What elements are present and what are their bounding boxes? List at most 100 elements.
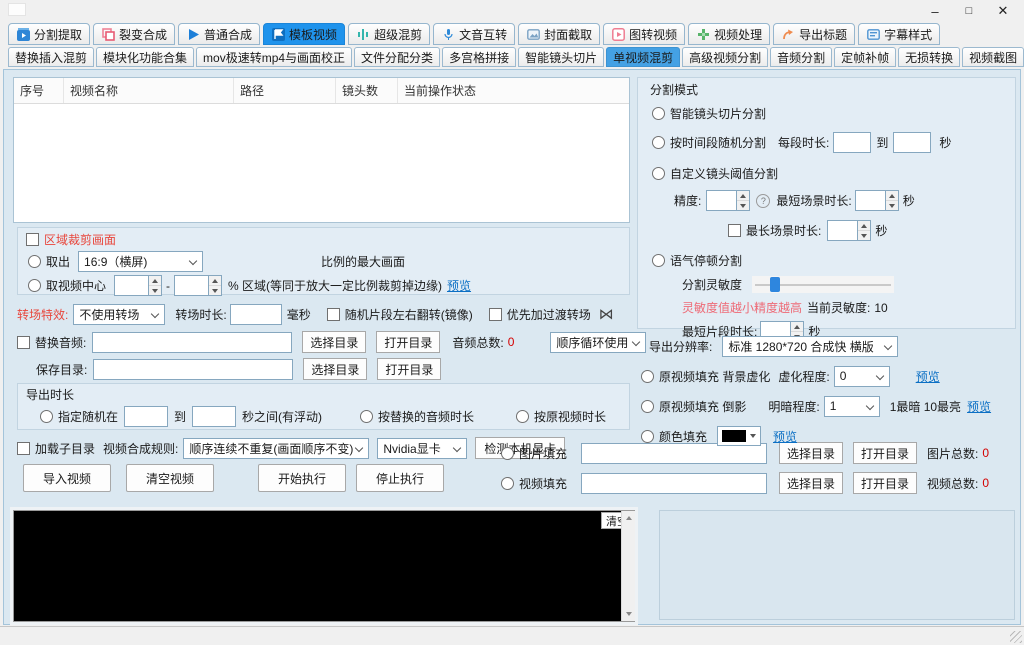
- video-select-dir-button[interactable]: 选择目录: [779, 472, 843, 494]
- blur-fill-radio[interactable]: [641, 370, 654, 383]
- spin-up[interactable]: [886, 191, 898, 201]
- load-subdir-checkbox[interactable]: [17, 442, 30, 455]
- tab-super-mix[interactable]: 超级混剪: [348, 23, 430, 45]
- subtab-frame-interp[interactable]: 定帧补帧: [834, 47, 896, 67]
- gpu-dropdown[interactable]: Nvidia显卡: [377, 438, 467, 459]
- crop-center-height-spinner[interactable]: [174, 275, 222, 296]
- clear-videos-button[interactable]: 清空视频: [126, 464, 214, 492]
- audio-select-dir-button[interactable]: 选择目录: [302, 331, 366, 353]
- spin-down[interactable]: [886, 201, 898, 210]
- tab-subtitle-style[interactable]: 字幕样式: [858, 23, 940, 45]
- spin-up[interactable]: [737, 191, 749, 201]
- sensitivity-slider[interactable]: [752, 276, 894, 293]
- image-open-dir-button[interactable]: 打开目录: [853, 442, 917, 464]
- tab-fission-compose[interactable]: 裂变合成: [93, 23, 175, 45]
- tab-cover-capture[interactable]: 封面截取: [518, 23, 600, 45]
- precision-spinner[interactable]: [706, 190, 750, 211]
- crop-takeout-radio[interactable]: [28, 255, 41, 268]
- audio-duration-radio[interactable]: [360, 410, 373, 423]
- replace-audio-checkbox[interactable]: [17, 336, 30, 349]
- crop-center-width-spinner[interactable]: [114, 275, 162, 296]
- blur-preview-link[interactable]: 预览: [916, 368, 940, 385]
- subtab-replace-insert-mix[interactable]: 替换插入混剪: [8, 47, 94, 67]
- audio-open-dir-button[interactable]: 打开目录: [376, 331, 440, 353]
- spin-down[interactable]: [858, 231, 870, 240]
- save-open-dir-button[interactable]: 打开目录: [377, 358, 441, 380]
- video-fill-path-input[interactable]: [581, 473, 767, 494]
- close-button[interactable]: ✕: [986, 0, 1020, 22]
- crop-center-radio[interactable]: [28, 279, 41, 292]
- color-preview-link[interactable]: 预览: [773, 428, 797, 445]
- crop-preview-link[interactable]: 预览: [447, 277, 471, 294]
- subtab-module-collection[interactable]: 模块化功能合集: [96, 47, 194, 67]
- start-button[interactable]: 开始执行: [258, 464, 346, 492]
- shadow-preview-link[interactable]: 预览: [967, 398, 991, 415]
- segment-to-input[interactable]: [893, 132, 931, 153]
- max-scene-checkbox[interactable]: [728, 224, 741, 237]
- resize-grip[interactable]: [1010, 631, 1022, 643]
- resolution-dropdown[interactable]: 标准 1280*720 合成快 横版: [722, 336, 898, 357]
- smart-slice-radio[interactable]: [652, 107, 665, 120]
- tab-text-audio[interactable]: 文音互转: [433, 23, 515, 45]
- shadow-fill-radio[interactable]: [641, 400, 654, 413]
- log-scrollbar[interactable]: [621, 511, 635, 621]
- subtab-lossless-convert[interactable]: 无损转换: [898, 47, 960, 67]
- log-output-box[interactable]: [13, 510, 635, 622]
- video-table[interactable]: 序号 视频名称 路径 镜头数 当前操作状态: [13, 77, 630, 223]
- spin-down[interactable]: [737, 201, 749, 210]
- tab-normal-compose[interactable]: 普通合成: [178, 23, 260, 45]
- mirror-flip-checkbox[interactable]: [327, 308, 340, 321]
- spin-up[interactable]: [791, 322, 803, 332]
- video-open-dir-button[interactable]: 打开目录: [853, 472, 917, 494]
- tab-template-video[interactable]: 模板视频: [263, 23, 345, 45]
- duration-from-input[interactable]: [124, 406, 168, 427]
- help-icon[interactable]: ?: [756, 194, 770, 208]
- subtab-audio-split[interactable]: 音频分割: [770, 47, 832, 67]
- transition-duration-input[interactable]: [230, 304, 282, 325]
- save-select-dir-button[interactable]: 选择目录: [303, 358, 367, 380]
- spin-down[interactable]: [209, 286, 221, 295]
- subtab-file-sort[interactable]: 文件分配分类: [354, 47, 440, 67]
- pause-split-radio[interactable]: [652, 254, 665, 267]
- save-dir-input[interactable]: [93, 359, 293, 380]
- scroll-down-icon[interactable]: [624, 609, 634, 619]
- video-fill-radio[interactable]: [501, 477, 514, 490]
- priority-transition-checkbox[interactable]: [489, 308, 502, 321]
- subtab-grid-splice[interactable]: 多宫格拼接: [442, 47, 516, 67]
- subtab-video-snapshot[interactable]: 视频截图: [962, 47, 1024, 67]
- stop-button[interactable]: 停止执行: [356, 464, 444, 492]
- subtab-smart-shot-slice[interactable]: 智能镜头切片: [518, 47, 604, 67]
- custom-threshold-radio[interactable]: [652, 167, 665, 180]
- subtab-advanced-split[interactable]: 高级视频分割: [682, 47, 768, 67]
- transition-dropdown[interactable]: 不使用转场: [73, 304, 165, 325]
- subtab-mov-to-mp4[interactable]: mov极速转mp4与画面校正: [196, 47, 352, 67]
- original-duration-radio[interactable]: [516, 410, 529, 423]
- crop-enable-checkbox[interactable]: [26, 233, 39, 246]
- brightness-dropdown[interactable]: 1: [824, 396, 880, 417]
- color-fill-radio[interactable]: [641, 430, 654, 443]
- tab-export-title[interactable]: 导出标题: [773, 23, 855, 45]
- spin-down[interactable]: [149, 286, 161, 295]
- image-fill-radio[interactable]: [501, 447, 514, 460]
- time-random-radio[interactable]: [652, 136, 665, 149]
- segment-from-input[interactable]: [833, 132, 871, 153]
- tab-split-extract[interactable]: 分割提取: [8, 23, 90, 45]
- max-scene-spinner[interactable]: [827, 220, 871, 241]
- audio-order-dropdown[interactable]: 顺序循环使用: [550, 332, 646, 353]
- spin-up[interactable]: [858, 221, 870, 231]
- crop-ratio-dropdown[interactable]: 16:9（横屏): [78, 251, 203, 272]
- compose-rule-dropdown[interactable]: 顺序连续不重复(画面顺序不变): [183, 438, 369, 459]
- color-picker-dropdown[interactable]: [717, 426, 761, 446]
- maximize-button[interactable]: □: [952, 0, 986, 22]
- duration-to-input[interactable]: [192, 406, 236, 427]
- slider-thumb[interactable]: [770, 277, 780, 292]
- random-duration-radio[interactable]: [40, 410, 53, 423]
- tab-image-to-video[interactable]: 图转视频: [603, 23, 685, 45]
- min-scene-spinner[interactable]: [855, 190, 899, 211]
- spin-up[interactable]: [149, 276, 161, 286]
- spin-up[interactable]: [209, 276, 221, 286]
- minimize-button[interactable]: –: [918, 0, 952, 22]
- scroll-up-icon[interactable]: [624, 513, 634, 523]
- blur-level-dropdown[interactable]: 0: [834, 366, 890, 387]
- secondary-log-panel[interactable]: [659, 510, 1015, 620]
